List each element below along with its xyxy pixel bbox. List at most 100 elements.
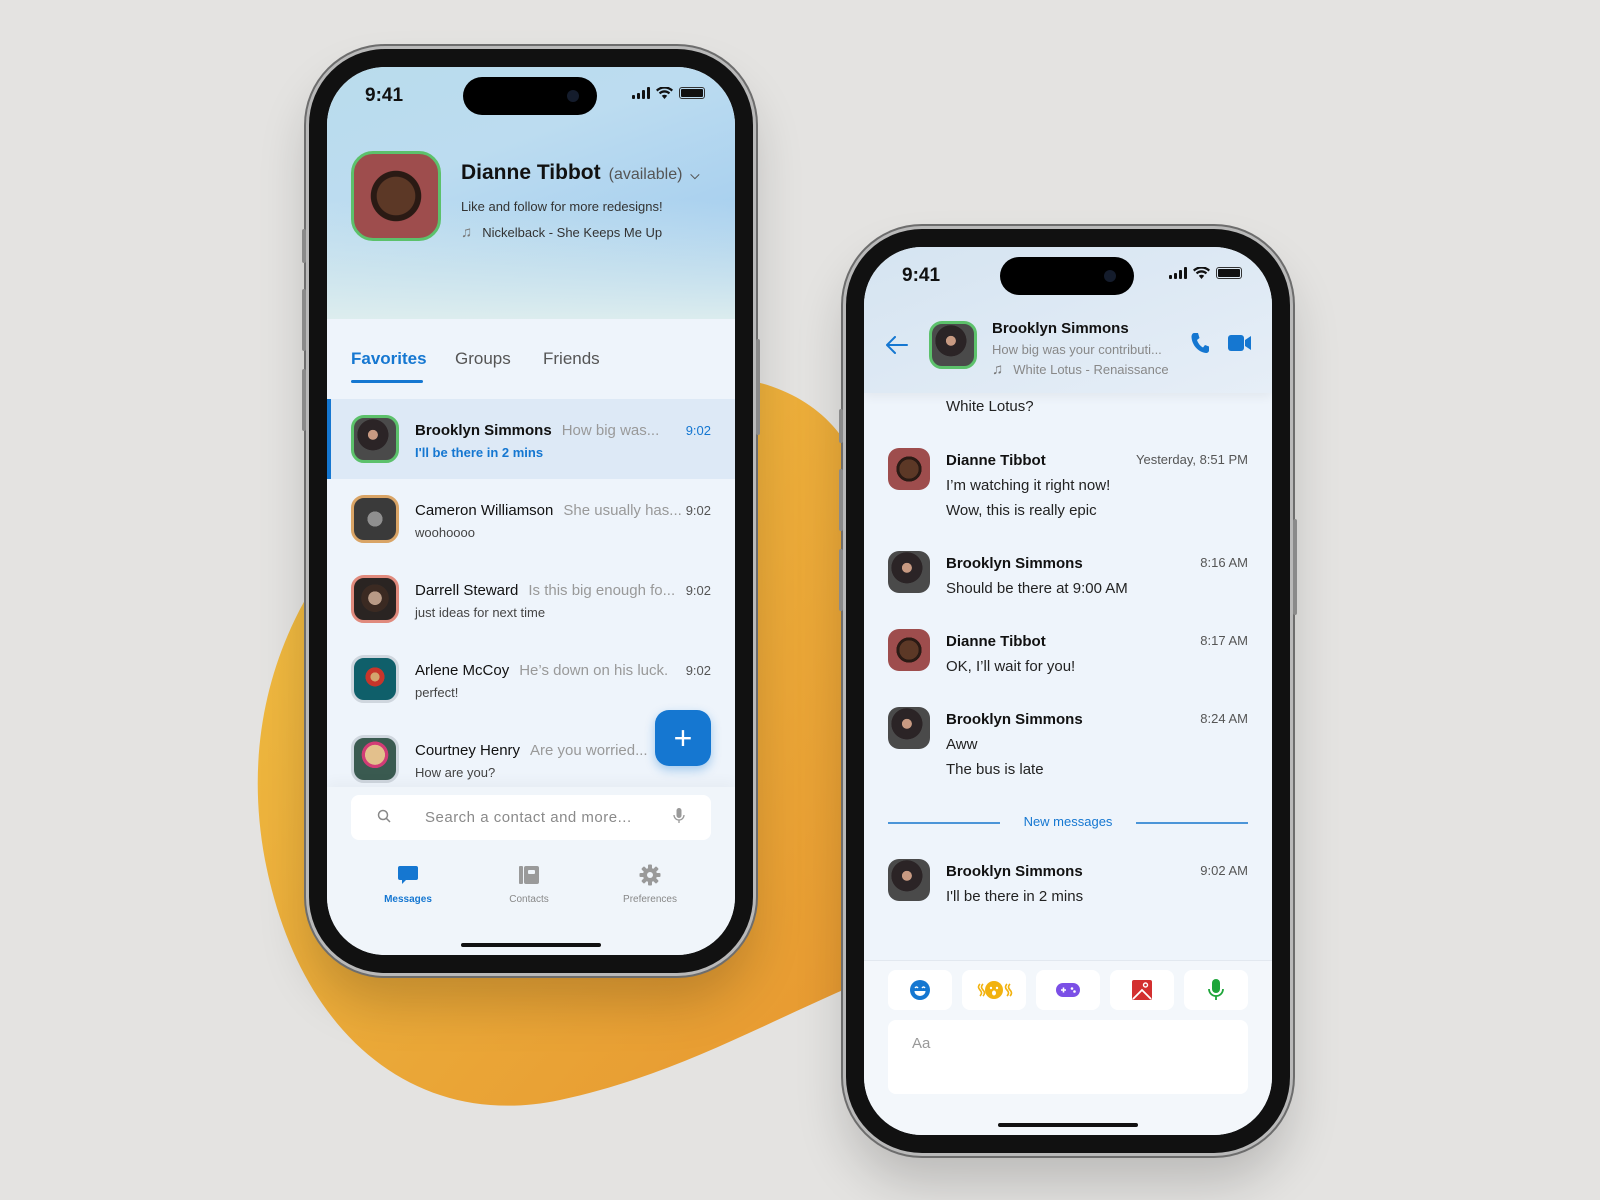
nav-messages-label: Messages — [384, 894, 432, 905]
message-text: Aww — [946, 736, 978, 753]
message-input[interactable]: Aa — [888, 1020, 1248, 1094]
message-input-placeholder: Aa — [912, 1035, 931, 1052]
avatar — [351, 575, 399, 623]
chat-last-message: just ideas for next time — [415, 605, 546, 620]
profile-avatar[interactable] — [351, 151, 441, 241]
chat-preview: Are you worried... — [530, 742, 648, 759]
camera-icon — [1104, 270, 1116, 282]
nav-preferences-label: Preferences — [623, 894, 677, 905]
avatar — [351, 655, 399, 703]
volume-down-button — [302, 369, 306, 431]
volume-up-button — [302, 289, 306, 351]
nav-contacts[interactable]: Contacts — [484, 862, 574, 905]
message-time: 9:02 AM — [1200, 863, 1248, 878]
power-button — [1293, 519, 1297, 615]
game-controller-icon — [1056, 983, 1080, 997]
message-text: The bus is late — [946, 761, 1044, 778]
sender-avatar[interactable] — [888, 859, 930, 901]
message-text: OK, I’ll wait for you! — [946, 658, 1076, 675]
game-button[interactable] — [1036, 970, 1100, 1010]
contact-avatar[interactable] — [929, 321, 977, 369]
signal-icon — [1169, 267, 1187, 279]
battery-icon — [679, 87, 705, 99]
sender-name: Brooklyn Simmons — [946, 555, 1083, 572]
gear-icon — [605, 862, 695, 888]
wifi-icon — [656, 87, 673, 99]
nav-contacts-label: Contacts — [509, 894, 549, 905]
contact-name: Brooklyn Simmons — [992, 320, 1129, 337]
emoji-button[interactable] — [888, 970, 952, 1010]
chat-name-row: Courtney Henry Are you worried... — [415, 742, 648, 759]
chat-name-row: Darrell Steward Is this big enough fo... — [415, 582, 675, 599]
chat-preview: How big was... — [561, 422, 660, 439]
chat-list-item[interactable]: Arlene McCoy He’s down on his luck. 9:02 pe… — [327, 639, 735, 719]
message-list: White Lotus? Dianne Tibbot Yesterday, 8:5… — [864, 393, 1272, 960]
contacts-screen: 9:41 Dianne Tibbot (available) ⌵ Like and … — [327, 67, 735, 955]
contacts-book-icon — [484, 862, 574, 888]
tab-favorites[interactable]: Favorites — [351, 349, 427, 369]
sender-name: Brooklyn Simmons — [946, 863, 1083, 880]
new-chat-button[interactable]: + — [655, 710, 711, 766]
new-messages-divider: New messages — [888, 813, 1248, 833]
sender-avatar[interactable] — [888, 629, 930, 671]
microphone-icon — [1208, 979, 1224, 1000]
bottom-bar: Search a contact and more... Messages Co — [327, 787, 735, 955]
sender-name: Dianne Tibbot — [946, 452, 1046, 469]
power-button — [756, 339, 760, 435]
profile-bio: Like and follow for more redesigns! — [461, 199, 663, 214]
nav-preferences[interactable]: Preferences — [605, 862, 695, 905]
message-time: 8:16 AM — [1200, 555, 1248, 570]
profile-name-row[interactable]: Dianne Tibbot (available) ⌵ — [461, 161, 700, 185]
voice-button[interactable] — [1184, 970, 1248, 1010]
sender-avatar[interactable] — [888, 448, 930, 490]
bottom-nav: Messages Contacts Preferences — [327, 862, 735, 912]
search-input[interactable]: Search a contact and more... — [351, 795, 711, 840]
chat-preview: Is this big enough fo... — [528, 582, 676, 599]
image-button[interactable] — [1110, 970, 1174, 1010]
signal-icon — [632, 87, 650, 99]
contact-preview: How big was your contributi... — [992, 342, 1162, 357]
chat-bubble-icon — [363, 862, 453, 888]
phone-call-icon[interactable] — [1190, 332, 1210, 359]
sender-avatar[interactable] — [888, 551, 930, 593]
avatar — [351, 415, 399, 463]
chat-list-item[interactable]: Darrell Steward Is this big enough fo... 9… — [327, 559, 735, 639]
microphone-icon[interactable] — [673, 808, 685, 827]
dynamic-island — [1000, 257, 1134, 295]
chat-name-row: Brooklyn Simmons How big was... — [415, 422, 659, 439]
divider-line — [1136, 822, 1248, 824]
message-text: Should be there at 9:00 AM — [946, 580, 1128, 597]
home-indicator — [461, 943, 601, 947]
active-tab-indicator — [351, 380, 423, 383]
tab-groups[interactable]: Groups — [455, 349, 511, 369]
video-call-icon[interactable] — [1228, 334, 1252, 357]
status-bar: 9:41 — [327, 67, 735, 127]
conversation-header: 9:41 Brooklyn Simmons How big was your c… — [864, 247, 1272, 393]
search-placeholder: Search a contact and more... — [425, 809, 632, 826]
sender-avatar[interactable] — [888, 707, 930, 749]
profile-status: (available) — [608, 166, 683, 183]
avatar — [351, 735, 399, 783]
volume-up-button — [839, 469, 843, 531]
back-arrow-icon[interactable] — [886, 333, 908, 361]
chat-last-message: perfect! — [415, 685, 459, 700]
message-text: I'll be there in 2 mins — [946, 888, 1084, 905]
contact-song: ♫ White Lotus - Renaissance — [992, 361, 1169, 378]
contact-song-title: White Lotus - Renaissance — [1013, 362, 1169, 377]
image-icon — [1132, 980, 1152, 1000]
tab-friends[interactable]: Friends — [543, 349, 600, 369]
profile-song-title: Nickelback - She Keeps Me Up — [482, 225, 663, 240]
chat-preview: She usually has... — [563, 502, 682, 519]
chat-last-message: woohoooo — [415, 525, 475, 540]
nudge-button[interactable] — [962, 970, 1026, 1010]
nav-messages[interactable]: Messages — [363, 862, 453, 905]
chat-name: Cameron Williamson — [415, 502, 554, 519]
status-bar: 9:41 — [864, 247, 1272, 307]
conversation-screen: 9:41 Brooklyn Simmons How big was your c… — [864, 247, 1272, 1135]
chevron-down-icon[interactable]: ⌵ — [690, 168, 699, 182]
chat-preview: He’s down on his luck. — [519, 662, 669, 679]
chat-list-item[interactable]: Brooklyn Simmons How big was... 9:02 I'll b… — [327, 399, 735, 479]
message-time: Yesterday, 8:51 PM — [1135, 452, 1248, 467]
backdrop-blob — [257, 375, 920, 1106]
chat-list-item[interactable]: Cameron Williamson She usually has... 9:02… — [327, 479, 735, 559]
